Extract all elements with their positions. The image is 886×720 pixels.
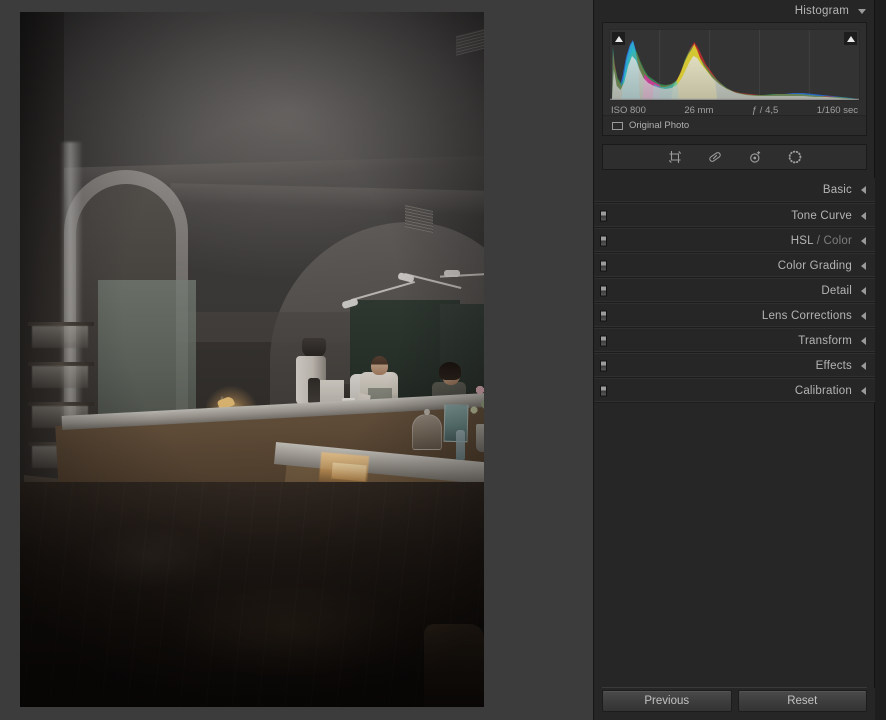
crop-icon[interactable] [666,148,684,166]
panel-enable-toggle[interactable] [600,335,607,346]
panel-label: Transform [798,334,852,347]
panel-header-hsl-color[interactable]: HSL / Color [594,228,875,253]
panel-enable-toggle[interactable] [600,360,607,371]
panel-label-group: HSL / Color [791,235,852,247]
panel-label: HSL [790,234,814,247]
dotted-circle-icon[interactable] [786,148,804,166]
panel-header-color-grading[interactable]: Color Grading [594,253,875,278]
panel-label: Detail [821,284,852,297]
highlight-clipping-triangle-icon [846,35,855,42]
develop-right-panel: Histogram ISO 800 26 mm ƒ / 4,5 1/160 se… [593,0,886,720]
chevron-left-icon[interactable] [861,311,866,320]
eye-icon[interactable] [746,148,764,166]
panel-header-calibration[interactable]: Calibration [594,378,875,403]
panel-label: Basic [822,184,852,196]
chevron-left-icon[interactable] [861,386,866,395]
photo-grinder-spout [308,378,320,404]
chevron-left-icon[interactable] [861,361,866,370]
original-photo-label: Original Photo [629,120,690,131]
photo-barista-1-head [371,356,388,375]
panel-header-tone-curve[interactable]: Tone Curve [594,203,875,228]
original-photo-row[interactable]: Original Photo [603,115,866,135]
shadow-clipping-triangle-icon [614,35,623,42]
histogram-graph [610,30,859,100]
photo-glass-dome-knob [424,409,430,415]
photo-vase [476,424,484,452]
chevron-left-icon[interactable] [861,286,866,295]
photo-glass-dome [412,414,442,450]
panel-header-basic[interactable]: Basic [594,178,875,203]
panel-header-lens-corrections[interactable]: Lens Corrections [594,303,875,328]
photo-floor-reflection-2 [60,512,240,602]
chevron-left-icon[interactable] [861,261,866,270]
photo-flowers [468,380,484,430]
photo-foreground-chair [424,624,484,707]
chevron-left-icon[interactable] [861,236,866,245]
histogram-title: Histogram [794,5,849,17]
panel-enable-toggle[interactable] [600,285,607,296]
photo-barista-2-hair [439,362,461,380]
histogram-header[interactable]: Histogram [594,0,875,22]
panel-header-detail[interactable]: Detail [594,278,875,303]
panel-enable-toggle[interactable] [600,260,607,271]
panel-enable-toggle[interactable] [600,385,607,396]
image-viewer[interactable] [0,0,593,720]
previous-button[interactable]: Previous [602,690,732,712]
panel-header-transform[interactable]: Transform [594,328,875,353]
shadow-clipping-indicator[interactable] [612,32,625,45]
tool-strip[interactable] [602,144,867,170]
chevron-left-icon[interactable] [861,186,866,194]
develop-panel-list: Basic Tone Curve HSL / Color Color Gradi… [594,178,875,403]
panel-label: Tone Curve [791,209,852,222]
rectangle-icon [612,121,623,130]
panel-label: Color Grading [777,259,852,272]
histogram-plot[interactable] [609,29,860,101]
highlight-clipping-indicator[interactable] [844,32,857,45]
chevron-down-icon[interactable] [858,8,866,14]
photo-bottle [456,430,465,460]
bottom-button-bar: Previous Reset [594,688,875,720]
photo-grinder-hopper [302,338,326,358]
panel-content: Histogram ISO 800 26 mm ƒ / 4,5 1/160 se… [594,0,875,720]
bandage-icon[interactable] [706,148,724,166]
reset-button[interactable]: Reset [737,690,867,712]
panel-header-effects[interactable]: Effects [594,353,875,378]
photo-cafe-interior[interactable] [20,12,484,707]
panel-label: Lens Corrections [761,309,852,322]
photo-display-case-inner [331,462,367,482]
panel-label: Effects [815,359,852,372]
panel-label-suffix: / Color [813,234,852,247]
panel-enable-toggle[interactable] [600,235,607,246]
photo-frame[interactable] [20,12,484,707]
photo-pendant-head-3 [444,270,460,277]
lightroom-develop-window: Histogram ISO 800 26 mm ƒ / 4,5 1/160 se… [0,0,886,720]
chevron-left-icon[interactable] [861,211,866,220]
panel-scrollbar[interactable] [874,0,886,720]
chevron-left-icon[interactable] [861,336,866,345]
panel-enable-toggle[interactable] [600,310,607,321]
histogram-panel[interactable]: ISO 800 26 mm ƒ / 4,5 1/160 sec Original… [602,22,867,136]
panel-label: Calibration [794,384,852,397]
panel-enable-toggle[interactable] [600,210,607,221]
